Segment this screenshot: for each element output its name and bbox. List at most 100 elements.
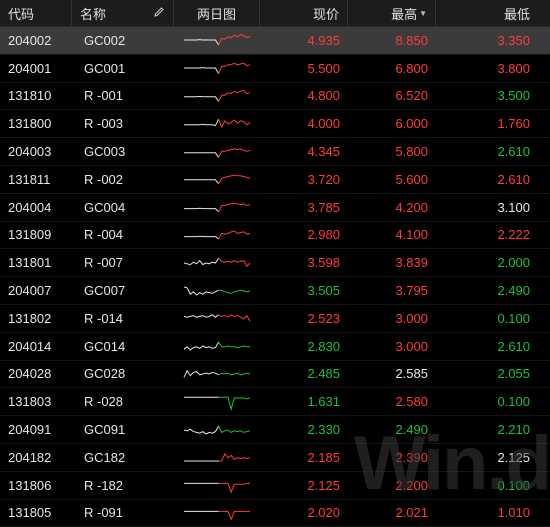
table-row[interactable]: 204007 GC007 3.505 3.795 2.490: [0, 277, 550, 305]
high-cell-value: 2.021: [395, 505, 428, 521]
low-cell-value: 3.100: [497, 199, 530, 215]
price-cell: 2.125: [260, 472, 348, 499]
price-cell: 3.720: [260, 166, 348, 193]
sparkline-chart: [183, 425, 251, 435]
name-cell-value: GC001: [84, 60, 126, 76]
low-cell: 2.125: [436, 444, 538, 471]
price-cell-value: 2.830: [307, 338, 340, 354]
high-cell-value: 2.490: [395, 422, 428, 438]
low-cell: 1.010: [436, 500, 538, 527]
high-cell: 4.100: [348, 222, 436, 249]
low-cell: 2.222: [436, 222, 538, 249]
low-cell-value: 2.000: [497, 255, 530, 271]
column-header-code[interactable]: 代码: [0, 0, 72, 26]
code-cell: 131801: [0, 249, 72, 276]
sparkline-cell: [174, 444, 260, 471]
code-cell: 204002: [0, 27, 72, 54]
column-header-price[interactable]: 现价: [260, 0, 348, 26]
table-row[interactable]: 204091 GC091 2.330 2.490 2.210: [0, 416, 550, 444]
table-row[interactable]: 204002 GC002 4.935 8.850 3.350: [0, 27, 550, 55]
price-cell: 4.800: [260, 83, 348, 110]
sparkline-day2: [218, 174, 251, 185]
table-row[interactable]: 131802 R -014 2.523 3.000 0.100: [0, 305, 550, 333]
name-cell: R -007: [72, 249, 174, 276]
sparkline-day1: [184, 67, 220, 75]
name-cell-value: R -004: [84, 227, 124, 243]
sparkline-day1: [184, 151, 219, 158]
name-cell-value: R -003: [84, 116, 124, 132]
high-cell: 5.600: [348, 166, 436, 193]
code-cell-value: 131803: [8, 394, 52, 410]
sparkline-cell: [174, 361, 260, 388]
high-cell: 3.795: [348, 277, 436, 304]
high-cell-value: 2.390: [395, 449, 428, 465]
sparkline-day2: [218, 230, 251, 240]
name-cell: GC028: [72, 361, 174, 388]
low-cell-value: 2.490: [497, 283, 530, 299]
sparkline-day1: [184, 118, 220, 126]
code-cell-value: 204028: [8, 366, 52, 382]
table-row[interactable]: 131800 R -003 4.000 6.000 1.760: [0, 110, 550, 139]
code-cell: 204001: [0, 55, 72, 82]
price-cell-value: 4.000: [307, 116, 340, 132]
code-cell: 204182: [0, 444, 72, 471]
price-cell: 3.598: [260, 249, 348, 276]
table-row[interactable]: 131803 R -028 1.631 2.580 0.100: [0, 388, 550, 417]
sparkline-day1: [183, 286, 219, 296]
sparkline-chart: [184, 483, 250, 494]
price-cell-value: 3.785: [307, 199, 340, 215]
low-cell-value: 2.610: [497, 171, 530, 187]
table-row[interactable]: 131801 R -007 3.598 3.839 2.000: [0, 249, 550, 278]
name-cell: GC007: [72, 277, 174, 304]
column-header-name[interactable]: 名称: [72, 0, 174, 26]
sparkline-cell: [174, 416, 260, 443]
low-cell-value: 0.100: [497, 394, 530, 410]
sparkline-day2: [218, 396, 251, 411]
price-cell-value: 4.935: [307, 32, 340, 48]
code-cell-value: 131811: [8, 171, 51, 187]
code-cell-value: 131801: [8, 255, 52, 271]
column-header-high[interactable]: 最高 ▼: [348, 0, 436, 26]
table-row[interactable]: 131806 R -182 2.125 2.200 0.100: [0, 472, 550, 500]
table-row[interactable]: 204003 GC003 4.345 5.800 2.610: [0, 138, 550, 166]
table-row[interactable]: 204028 GC028 2.485 2.585 2.055: [0, 361, 550, 389]
code-cell-value: 204007: [8, 283, 52, 299]
table-row[interactable]: 204014 GC014 2.830 3.000 2.610: [0, 333, 550, 361]
sparkline-cell: [174, 472, 260, 499]
sort-desc-icon[interactable]: ▼: [419, 9, 427, 18]
column-header-low[interactable]: 最低: [436, 0, 538, 26]
table-row[interactable]: 131805 R -091 2.020 2.021 1.010: [0, 500, 550, 527]
sparkline-chart: [184, 453, 251, 462]
price-cell-value: 2.980: [307, 227, 340, 243]
code-cell-value: 204182: [8, 449, 52, 465]
sparkline-day2: [218, 202, 251, 213]
code-cell-value: 131806: [8, 477, 52, 493]
table-row[interactable]: 131810 R -001 4.800 6.520 3.500: [0, 83, 550, 111]
name-cell-value: R -007: [84, 255, 124, 271]
low-cell-value: 0.100: [497, 310, 530, 326]
table-row[interactable]: 131809 R -004 2.980 4.100 2.222: [0, 222, 550, 250]
pencil-icon[interactable]: [153, 6, 165, 21]
column-header-chart[interactable]: 两日图: [174, 0, 260, 26]
high-cell: 3.000: [348, 333, 436, 360]
column-header-chart-label: 两日图: [196, 6, 236, 22]
price-cell-value: 3.505: [307, 283, 340, 299]
sparkline-chart: [184, 147, 251, 158]
high-cell-value: 3.000: [395, 338, 428, 354]
sparkline-chart: [184, 118, 251, 129]
table-row[interactable]: 204182 GC182 2.185 2.390 2.125: [0, 444, 550, 472]
sparkline-day1: [183, 369, 219, 378]
price-cell-value: 2.485: [307, 366, 340, 382]
sparkline-day1: [184, 95, 219, 102]
sparkline-chart: [184, 62, 251, 75]
price-cell-value: 4.800: [307, 88, 340, 104]
high-cell: 2.200: [348, 472, 436, 499]
table-row[interactable]: 131811 R -002 3.720 5.600 2.610: [0, 166, 550, 194]
high-cell: 6.800: [348, 55, 436, 82]
table-row[interactable]: 204001 GC001 5.500 6.800 3.800: [0, 55, 550, 83]
low-cell-value: 0.100: [497, 477, 530, 493]
table-row[interactable]: 204004 GC004 3.785 4.200 3.100: [0, 194, 550, 222]
price-cell: 2.330: [260, 416, 348, 443]
sparkline-day2: [218, 372, 251, 376]
name-cell: R -014: [72, 305, 174, 332]
